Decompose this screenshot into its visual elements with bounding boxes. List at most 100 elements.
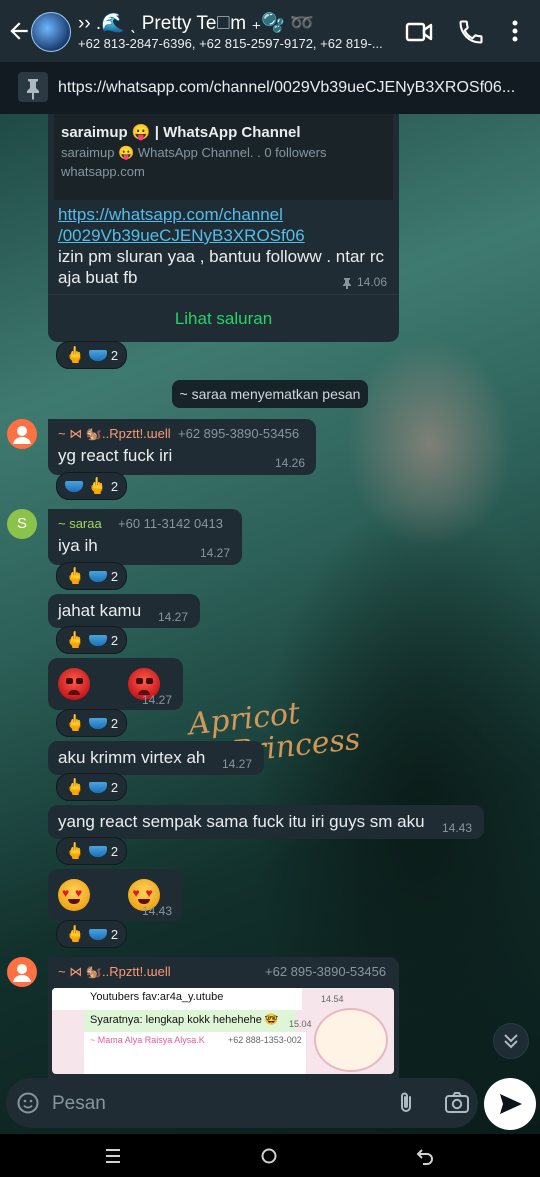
message-bubble[interactable]: 14.27 — [48, 658, 183, 710]
sender-phone: +62 895-3890-53456 — [265, 964, 387, 979]
underwear-emoji-icon — [88, 570, 107, 582]
message-time: 14.27 — [222, 757, 253, 771]
scroll-to-bottom-button[interactable] — [493, 1023, 529, 1059]
reaction-count: 2 — [110, 715, 119, 731]
reaction-bar[interactable]: 🖕 2 — [56, 837, 128, 865]
preview-phone-3: +62 888-1353-002 — [228, 1035, 302, 1045]
preview-sender-3: ~ Mama Alya Raisya Alysa.K — [90, 1035, 205, 1045]
sender-phone: +60 11-3142 0413 — [118, 516, 223, 531]
sender-name[interactable]: ~ saraa — [58, 516, 102, 531]
message-bubble[interactable]: yang react sempak sama fuck itu iri guys… — [48, 805, 484, 839]
link-preview-description: saraimup 😛 WhatsApp Channel. . 0 followe… — [61, 145, 327, 160]
underwear-emoji-icon — [88, 928, 107, 940]
channel-link-line-1[interactable]: https://whatsapp.com/channel — [58, 204, 283, 226]
recent-apps-icon[interactable] — [104, 1147, 122, 1165]
divider — [48, 294, 399, 295]
message-text-line-1: izin pm sluran yaa , bantuu followw . nt… — [58, 247, 384, 266]
sender-avatar[interactable] — [7, 419, 37, 449]
message-text: jahat kamu — [58, 601, 142, 620]
reaction-count: 2 — [110, 347, 119, 363]
sender-avatar[interactable] — [7, 957, 37, 987]
preview-time-1: 14.54 — [321, 994, 344, 1004]
pin-icon — [18, 72, 48, 102]
message-text: aku krimm virtex ah — [58, 748, 206, 767]
message-time: 14.27 — [158, 610, 189, 624]
middle-finger-emoji-icon: 🖕 — [65, 347, 85, 364]
reaction-bar[interactable]: 🖕 2 — [56, 562, 128, 590]
preview-line-2: Syaratnya: lengkap kokk hehehehe 🤓 — [90, 1014, 279, 1026]
message-bubble[interactable]: aku krimm virtex ah 14.27 — [48, 741, 264, 775]
message-time: 14.27 — [200, 546, 231, 560]
reaction-bar[interactable]: 🖕 2 — [56, 472, 128, 500]
sender-name[interactable]: ~ ⋈ 🐿️..Rpztt!.ɯell — [58, 964, 171, 980]
channel-link-message[interactable]: saraimup 😛 | WhatsApp Channel saraimup 😛… — [48, 114, 399, 342]
message-time: 14.06 — [357, 275, 388, 289]
message-text: iya ih — [58, 536, 98, 555]
back-arrow-icon[interactable] — [6, 17, 32, 45]
sender-name[interactable]: ~ ⋈ 🐿️..Rpztt!.ɯell — [58, 426, 171, 442]
system-navigation-bar — [0, 1134, 540, 1177]
underwear-emoji-icon — [88, 781, 107, 793]
sender-phone: +62 895-3890-53456 — [178, 426, 300, 441]
link-preview-title: saraimup 😛 | WhatsApp Channel — [61, 124, 301, 141]
reaction-count: 2 — [110, 632, 119, 648]
view-channel-button[interactable]: Lihat saluran — [48, 309, 399, 329]
preview-line-1: Youtubers fav:ar4a_y.utube — [90, 991, 224, 1003]
heart-eyes-emoji-icon: ♥ ♥ — [58, 879, 90, 911]
reaction-count: 2 — [110, 926, 119, 942]
pinned-indicator-icon — [343, 278, 351, 289]
cat-sticker-icon — [314, 1008, 388, 1072]
underwear-emoji-icon — [88, 717, 107, 729]
angry-face-emoji-icon — [58, 668, 90, 700]
attach-icon[interactable] — [394, 1090, 418, 1116]
channel-link-line-2[interactable]: /0029Vb39ueCJENyB3XROSf06 — [58, 225, 305, 247]
middle-finger-emoji-icon: 🖕 — [65, 843, 85, 860]
double-chevron-down-icon — [504, 1034, 518, 1049]
message-time: 14.26 — [275, 456, 306, 470]
sticker-icon[interactable] — [16, 1091, 40, 1115]
message-text: yang react sempak sama fuck itu iri guys… — [58, 812, 425, 831]
voice-call-icon[interactable] — [457, 18, 485, 46]
sender-avatar[interactable]: S — [7, 509, 37, 539]
message-input[interactable]: Pesan — [52, 1093, 106, 1115]
reaction-bar[interactable]: 🖕 2 — [56, 626, 128, 654]
message-bubble[interactable]: ~ ⋈ 🐿️..Rpztt!.ɯell +62 895-3890-53456 y… — [48, 419, 316, 475]
message-time: 14.43 — [142, 904, 173, 918]
message-time: 14.43 — [442, 821, 473, 835]
middle-finger-emoji-icon: 🖕 — [65, 568, 85, 585]
message-bubble[interactable]: ♥ ♥ ♥ ♥ 14.43 — [48, 869, 183, 921]
message-text-line-2: aja buat fb — [58, 268, 138, 287]
message-text: yg react fuck iri — [58, 446, 173, 465]
chat-header: ›› .🌊 ˎ Pretty Te🗆m ₊🫧 ➿ +62 813-2847-63… — [0, 0, 540, 62]
preview-time-2: 15.04 — [289, 1019, 312, 1029]
image-attachment[interactable]: Youtubers fav:ar4a_y.utube 14.54 Syaratn… — [52, 988, 394, 1074]
chat-members[interactable]: +62 813-2847-6396, +62 815-2597-9172, +6… — [78, 36, 394, 51]
reaction-count: 2 — [110, 568, 119, 584]
reaction-bar[interactable]: 🖕 2 — [56, 920, 128, 948]
message-bubble[interactable]: ~ saraa +60 11-3142 0413 iya ih 14.27 — [48, 509, 242, 565]
reaction-count: 2 — [110, 478, 119, 494]
home-icon[interactable] — [260, 1147, 278, 1165]
link-preview-domain: whatsapp.com — [61, 164, 145, 179]
back-nav-icon[interactable] — [416, 1147, 434, 1165]
system-notification: ~ saraa menyematkan pesan — [172, 380, 368, 408]
pinned-message-text[interactable]: https://whatsapp.com/channel/0029Vb39ueC… — [58, 79, 515, 97]
reaction-bar[interactable]: 🖕 2 — [56, 773, 128, 801]
middle-finger-emoji-icon: 🖕 — [65, 715, 85, 732]
underwear-emoji-icon — [88, 634, 107, 646]
middle-finger-emoji-icon: 🖕 — [65, 779, 85, 796]
reaction-bar[interactable]: 🖕 2 — [56, 341, 128, 369]
pinned-message-bar[interactable]: https://whatsapp.com/channel/0029Vb39ueC… — [0, 62, 540, 114]
reaction-bar[interactable]: 🖕 2 — [56, 709, 128, 737]
video-call-icon[interactable] — [404, 18, 434, 46]
send-button[interactable] — [484, 1078, 536, 1130]
send-icon — [500, 1094, 522, 1114]
middle-finger-emoji-icon: 🖕 — [87, 478, 107, 495]
message-bubble[interactable]: jahat kamu 14.27 — [48, 594, 200, 628]
group-avatar[interactable] — [31, 12, 71, 52]
camera-icon[interactable] — [444, 1091, 470, 1115]
reaction-count: 2 — [110, 779, 119, 795]
more-options-icon[interactable] — [504, 17, 526, 45]
underwear-emoji-icon — [88, 845, 107, 857]
message-time: 14.27 — [142, 693, 173, 707]
